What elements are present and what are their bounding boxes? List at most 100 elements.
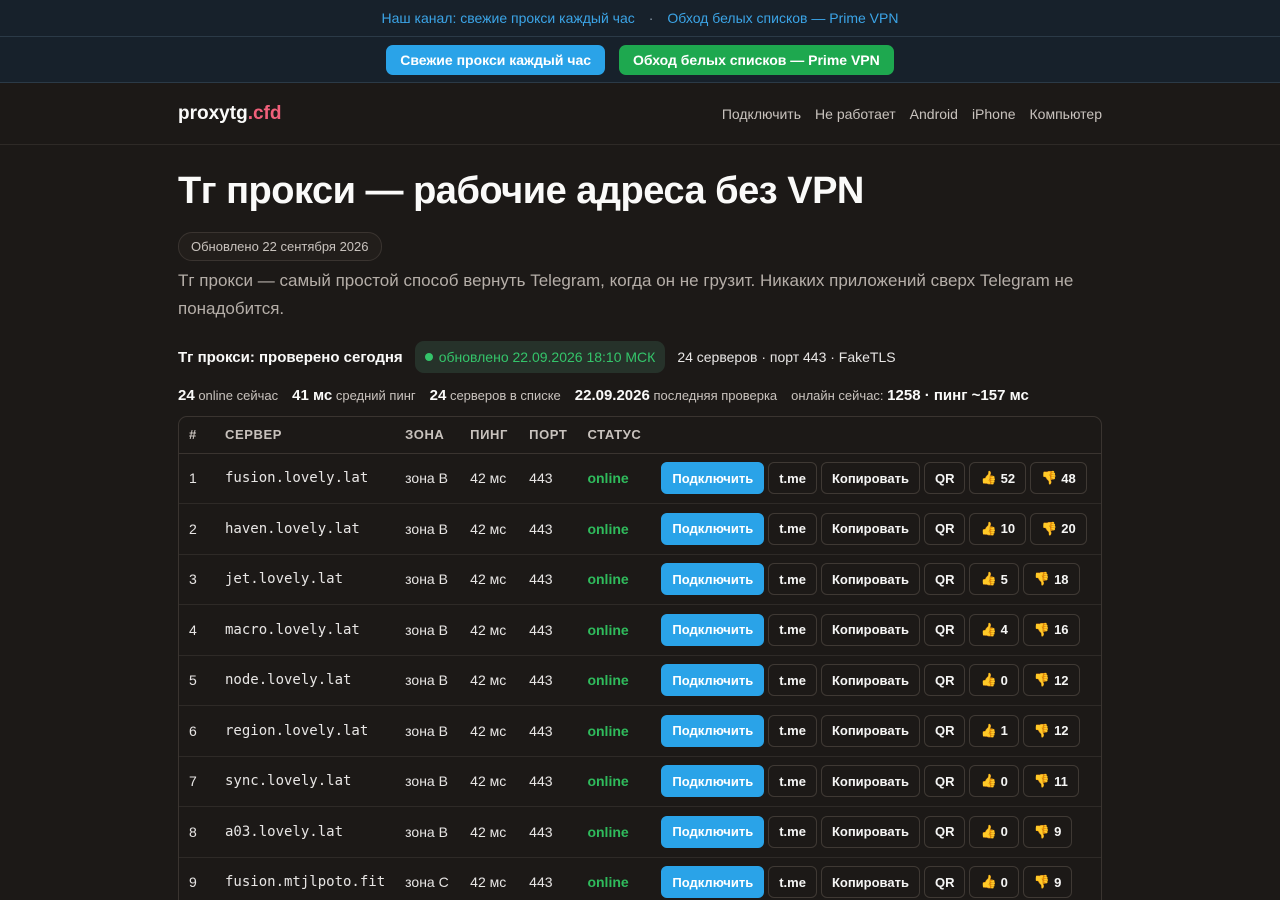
check-summary: Тг прокси: проверено сегодня обновлено 2… [178,341,1102,373]
like-button[interactable]: 👍 0 [969,664,1019,697]
stat-last-check: 22.09.2026 последняя проверка [574,387,778,404]
dislike-button[interactable]: 👎 16 [1022,613,1080,646]
copy-button[interactable]: Копировать [820,714,920,747]
server-ping: 42 мс [460,503,520,555]
tme-button[interactable]: t.me [768,613,817,646]
like-button[interactable]: 👍 0 [969,866,1019,899]
connect-button[interactable]: Подключить [661,866,765,899]
like-button[interactable]: 👍 52 [969,462,1027,495]
server-status: online [577,453,652,504]
dislike-count: 9 [1054,874,1062,890]
server-zone: зона B [395,604,461,656]
server-status: online [577,705,652,757]
table-row: 7 sync.lovely.lat зона B 42 мс 443 online Подк… [179,756,1101,807]
dislike-button[interactable]: 👎 20 [1030,512,1087,545]
like-button[interactable]: 👍 10 [969,512,1027,545]
copy-button[interactable]: Копировать [820,563,920,596]
server-status: online [577,806,652,858]
like-count: 4 [1000,622,1008,638]
copy-button[interactable]: Копировать [820,462,920,495]
prime-vpn-link[interactable]: Обход белых списков — Prime VPN [667,10,898,26]
qr-button[interactable]: QR [923,866,966,899]
qr-button[interactable]: QR [923,462,966,495]
row-actions: Подключить t.me Копировать QR 👍 1 👎 12 [651,705,1101,757]
nav-iphone[interactable]: iPhone [972,106,1016,122]
thumbs-up-icon: 👍 [980,773,997,789]
server-host: a03.lovely.lat [215,806,396,858]
qr-button[interactable]: QR [923,664,966,697]
connect-button[interactable]: Подключить [661,765,765,798]
dislike-button[interactable]: 👎 48 [1030,462,1087,495]
dislike-count: 48 [1061,470,1076,486]
like-button[interactable]: 👍 0 [969,815,1019,848]
channel-link[interactable]: Наш канал: свежие прокси каждый час [382,10,635,26]
copy-button[interactable]: Копировать [820,613,920,646]
server-ping: 42 мс [460,453,520,504]
table-row: 9 fusion.mtjlpoto.fit зона C 42 мс 443 online… [179,857,1101,900]
thumbs-up-icon: 👍 [980,470,997,486]
tme-button[interactable]: t.me [768,563,817,596]
copy-button[interactable]: Копировать [820,765,920,798]
status-dot-icon [424,353,433,361]
copy-button[interactable]: Копировать [820,815,920,848]
tme-button[interactable]: t.me [768,765,817,798]
tme-button[interactable]: t.me [768,815,817,848]
server-status: online [577,554,652,605]
copy-button[interactable]: Копировать [820,866,920,899]
server-zone: зона C [395,857,461,900]
tme-button[interactable]: t.me [768,462,817,495]
server-host: sync.lovely.lat [215,756,396,807]
tme-button[interactable]: t.me [768,512,817,545]
like-count: 0 [1000,824,1008,840]
dislike-button[interactable]: 👎 18 [1022,563,1080,596]
fresh-proxies-button[interactable]: Свежие прокси каждый час [386,44,606,75]
copy-button[interactable]: Копировать [820,512,920,545]
connect-button[interactable]: Подключить [661,664,765,697]
like-button[interactable]: 👍 4 [969,613,1019,646]
like-button[interactable]: 👍 5 [969,563,1019,596]
dislike-button[interactable]: 👎 12 [1022,664,1080,697]
connect-button[interactable]: Подключить [661,563,765,596]
connect-button[interactable]: Подключить [661,512,765,545]
nav-not-working[interactable]: Не работает [815,106,896,122]
dislike-button[interactable]: 👎 9 [1022,866,1073,899]
connect-button[interactable]: Подключить [661,613,765,646]
qr-button[interactable]: QR [923,613,966,646]
copy-button[interactable]: Копировать [820,664,920,697]
col-port: ПОРТ [519,417,578,454]
prime-vpn-button[interactable]: Обход белых списков — Prime VPN [619,44,894,75]
qr-button[interactable]: QR [923,765,966,798]
server-port: 443 [519,806,578,858]
qr-button[interactable]: QR [923,714,966,747]
qr-button[interactable]: QR [923,563,966,596]
server-port: 443 [519,453,578,504]
nav-android[interactable]: Android [910,106,958,122]
qr-button[interactable]: QR [923,815,966,848]
dislike-button[interactable]: 👎 12 [1022,714,1080,747]
connect-button[interactable]: Подключить [661,714,765,747]
tme-button[interactable]: t.me [768,714,817,747]
server-port: 443 [519,503,578,555]
tme-button[interactable]: t.me [768,866,817,899]
site-logo[interactable]: proxytg.cfd [178,103,281,125]
server-port: 443 [519,705,578,757]
server-ping: 42 мс [460,554,520,605]
like-button[interactable]: 👍 1 [969,714,1019,747]
thumbs-down-icon: 👎 [1041,520,1058,536]
server-zone: зона B [395,554,461,605]
dislike-button[interactable]: 👎 11 [1022,765,1079,798]
connect-button[interactable]: Подключить [661,815,765,848]
nav-computer[interactable]: Компьютер [1030,106,1102,122]
col-number: # [179,417,215,454]
like-button[interactable]: 👍 0 [969,765,1019,798]
table-row: 6 region.lovely.lat зона B 42 мс 443 online По… [179,705,1101,757]
like-count: 5 [1000,571,1008,587]
tme-button[interactable]: t.me [768,664,817,697]
dislike-button[interactable]: 👎 9 [1022,815,1073,848]
dislike-count: 20 [1061,521,1076,537]
connect-button[interactable]: Подключить [661,462,765,495]
site-header: proxytg.cfd Подключить Не работает Andro… [0,83,1280,145]
server-port: 443 [519,604,578,656]
qr-button[interactable]: QR [923,512,966,545]
nav-connect[interactable]: Подключить [722,106,801,122]
